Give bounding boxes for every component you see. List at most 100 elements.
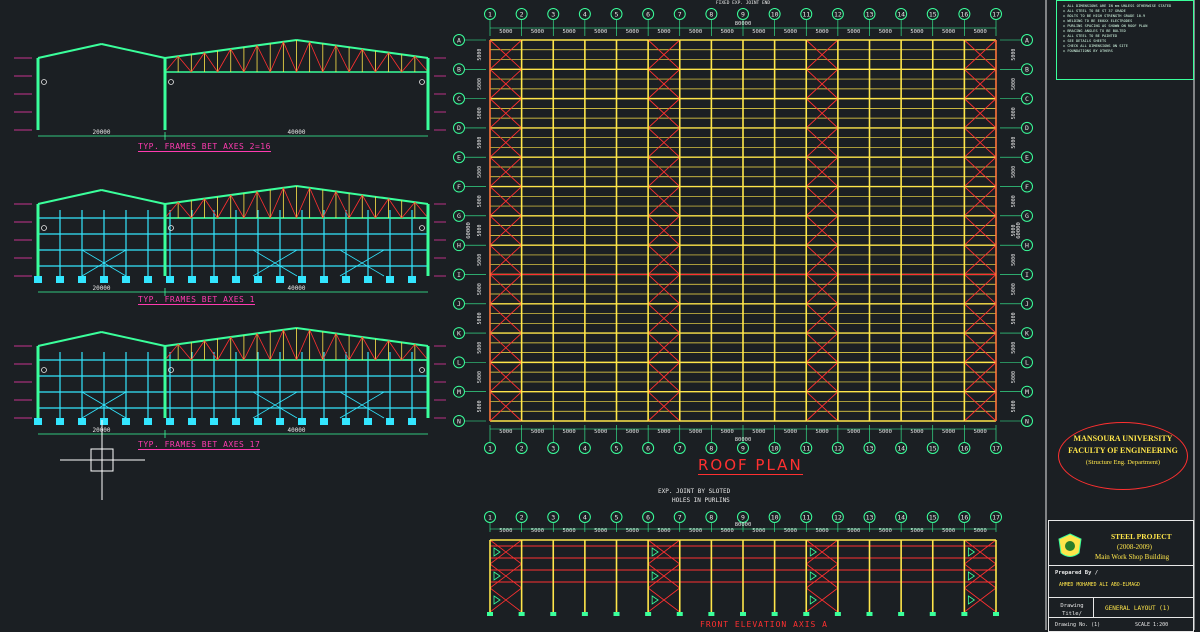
roof-col-axis-top-3-label: 3 [551,10,555,18]
roof-bay-dim-top-1: 5000 [531,29,544,35]
elev-base-4 [581,612,588,616]
roof-col-axis-bottom-14-label: 14 [897,444,905,452]
column-base-148 [144,418,152,425]
elev-col-axis-12-label: 12 [834,513,842,521]
roof-bay-dim-top-5: 5000 [657,29,670,35]
university-logo-icon [1058,533,1082,557]
drawing-title: GENERAL LAYOUT (1) [1105,605,1171,612]
cad-drawing-canvas: 200004000020000400002000040000 115000500… [0,0,1200,630]
roof-bay-dim-top-8: 5000 [752,29,765,35]
elev-base-7 [676,612,683,616]
roof-row-dim-left-6: 5000 [477,224,483,236]
roof-col-axis-bottom-5-label: 5 [615,444,619,452]
roof-row-dim-left-12: 5000 [477,400,483,412]
elevation-note-2: HOLES IN PURLINS [672,497,730,504]
elev-col-axis-17-label: 17 [992,513,1000,521]
elev-col-axis-14-label: 14 [897,513,905,521]
column-base-60 [56,276,64,283]
elev-col-axis-4-label: 4 [583,513,587,521]
roof-side-dim-right: 60000 [1016,222,1022,239]
roof-col-axis-bottom-13-label: 13 [866,444,874,452]
roof-col-axis-top-15-label: 15 [929,10,937,18]
roof-bay-dim-bottom-5: 5000 [657,429,670,435]
elev-col-axis-6-label: 6 [646,513,650,521]
elev-col-axis-10-label: 10 [771,513,779,521]
roof-col-axis-top-7-label: 7 [678,10,682,18]
roof-row-axis-left-G-label: G [457,212,461,220]
column-base-214 [210,276,218,283]
column-base-368 [364,276,372,283]
elev-base-12 [834,612,841,616]
column-base-368 [364,418,372,425]
roof-bay-dim-bottom-1: 5000 [531,429,544,435]
roof-row-dim-left-11: 5000 [477,371,483,383]
column-base-390 [386,276,394,283]
roof-row-dim-left-9: 5000 [477,312,483,324]
roof-row-axis-right-G-label: G [1025,212,1029,220]
roof-row-axis-right-C-label: C [1025,95,1029,103]
roof-row-axis-left-N-label: N [457,417,461,425]
roof-row-dim-right-0: 5000 [1011,49,1017,61]
drawing-number: Drawing No. (1) [1055,622,1101,628]
roof-bay-dim-bottom-0: 5000 [499,429,512,435]
frame-title-1: TYP. FRAMES BET AXES 2=16 [138,142,271,152]
roof-row-axis-left-A-label: A [457,36,461,44]
building-name: Main Work Shop Building [1095,553,1170,561]
column-base-170 [166,418,174,425]
roof-bay-dim-bottom-12: 5000 [879,429,892,435]
roof-col-axis-top-1-label: 1 [488,10,492,18]
roof-col-axis-bottom-6-label: 6 [646,444,650,452]
roof-row-dim-right-4: 5000 [1011,166,1017,178]
roof-col-axis-bottom-2-label: 2 [520,444,524,452]
roof-row-axis-right-J-label: J [1025,300,1029,308]
column-base-82 [78,276,86,283]
roof-row-dim-left-1: 5000 [477,78,483,90]
roof-row-axis-right-K-label: K [1025,329,1029,337]
elev-col-axis-8-label: 8 [709,513,713,521]
roof-row-dim-left-3: 5000 [477,137,483,149]
roof-row-dim-left-4: 5000 [477,166,483,178]
frame-dim-right: 40000 [287,129,305,136]
university-name: MANSOURA UNIVERSITY [1073,434,1173,443]
roof-bay-dim-top-6: 5000 [689,29,702,35]
roof-bay-dim-bottom-10: 5000 [815,429,828,435]
roof-row-dim-right-2: 5000 [1011,107,1017,119]
prepared-by-label: Prepared By / [1055,570,1099,576]
frame-dim-right: 40000 [287,285,305,292]
column-base-126 [122,418,130,425]
roof-overall-dim-top: 80000 [735,21,752,27]
roof-row-axis-left-D-label: D [457,124,461,132]
roof-col-axis-bottom-8-label: 8 [709,444,713,452]
roof-row-axis-left-K-label: K [457,329,461,337]
roof-bay-dim-bottom-14: 5000 [942,429,955,435]
roof-top-note: FIXED EXP. JOINT END [716,0,770,6]
roof-plan-title: ROOF PLAN [698,456,803,475]
roof-row-axis-left-L-label: L [457,359,461,367]
roof-bay-dim-bottom-4: 5000 [626,429,639,435]
column-base-280 [276,276,284,283]
elev-base-17 [993,612,999,616]
roof-bay-dim-bottom-13: 5000 [910,429,923,435]
roof-bay-dim-top-14: 5000 [942,29,955,35]
roof-col-axis-top-13-label: 13 [866,10,874,18]
column-base-148 [144,276,152,283]
roof-row-dim-left-7: 5000 [477,254,483,266]
column-base-170 [166,276,174,283]
roof-col-axis-top-14-label: 14 [897,10,905,18]
roof-col-axis-top-2-label: 2 [520,10,524,18]
roof-col-axis-bottom-1-label: 1 [488,444,492,452]
roof-row-axis-left-C-label: C [457,95,461,103]
roof-bay-dim-top-10: 5000 [815,29,828,35]
elev-base-15 [929,612,936,616]
roof-bay-dim-bottom-9: 5000 [784,429,797,435]
roof-side-dim-left: 60000 [466,222,472,239]
elev-col-axis-2-label: 2 [520,513,524,521]
roof-bay-dim-top-7: 5000 [721,29,734,35]
roof-row-axis-right-L-label: L [1025,359,1029,367]
roof-row-axis-right-D-label: D [1025,124,1029,132]
frame-title-2: TYP. FRAMES BET AXES 1 [138,295,255,305]
elev-col-axis-15-label: 15 [929,513,937,521]
title-block: STEEL PROJECT (2008-2009) Main Work Shop… [1048,520,1194,632]
roof-col-axis-bottom-11-label: 11 [802,444,810,452]
elev-base-1 [487,612,493,616]
